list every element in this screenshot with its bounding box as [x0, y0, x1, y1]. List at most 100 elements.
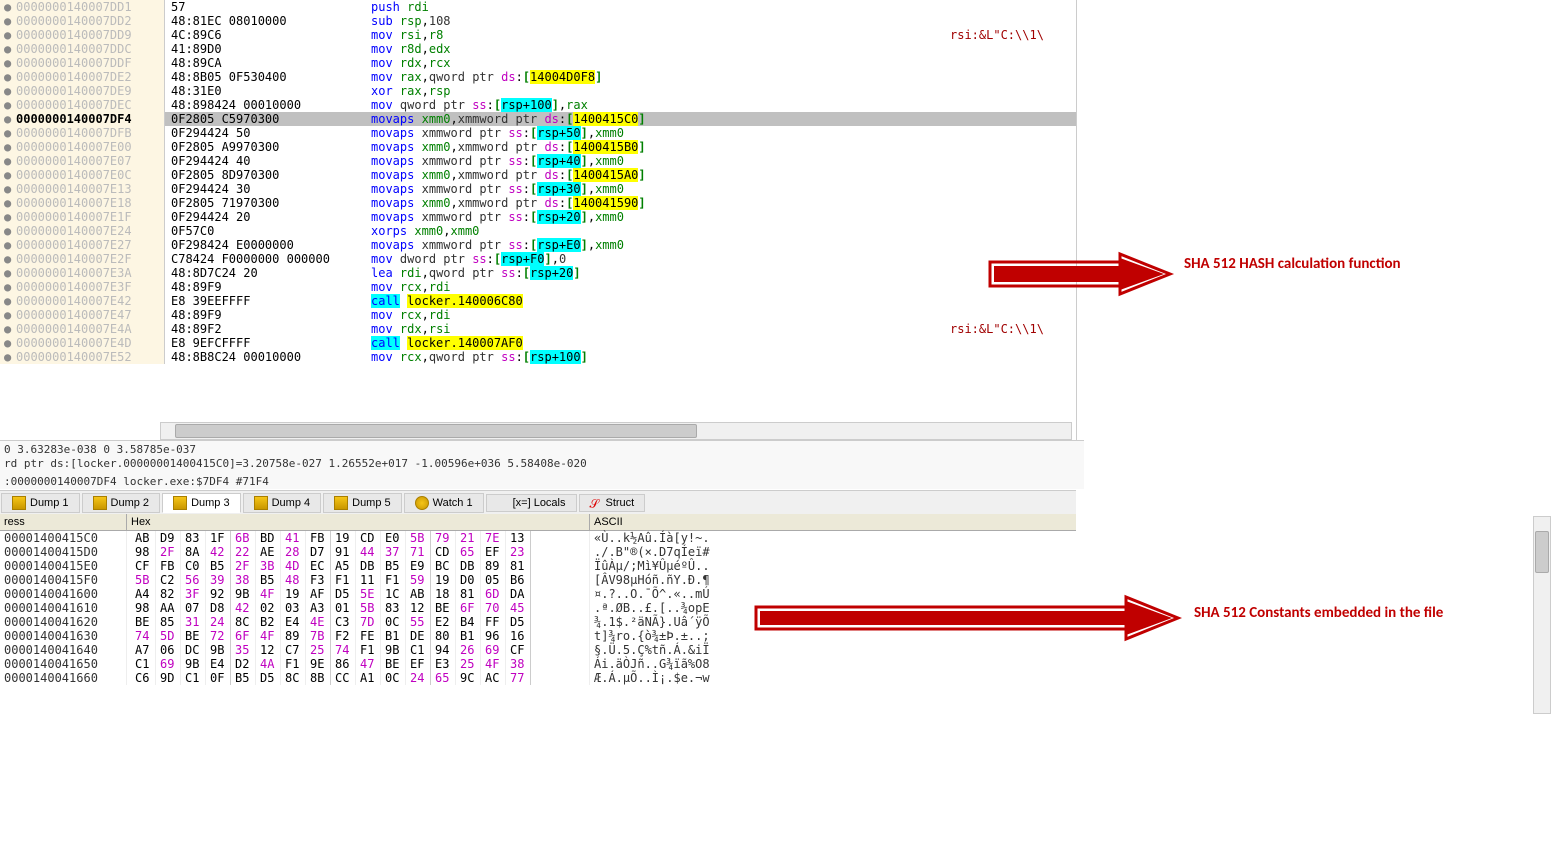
hex-row[interactable]: 0000140041650C1699BE4D24AF19E8647BEEFE32…	[0, 657, 1076, 671]
address-gutter[interactable]: ●0000000140007DDC	[0, 42, 165, 56]
hex-address: 00001400415E0	[0, 559, 126, 573]
hex-bytes: 982F8A4222AE28D791443771CD65EF23	[126, 545, 590, 559]
disasm-row[interactable]: ●0000000140007E180F2805 71970300movaps x…	[0, 196, 1076, 210]
disasm-row[interactable]: ●0000000140007DE948:31E0xor rax,rsp	[0, 84, 1076, 98]
disasm-row[interactable]: ●0000000140007DD157push rdi	[0, 0, 1076, 14]
disasm-row[interactable]: ●0000000140007E42E8 39EEFFFFcall locker.…	[0, 294, 1076, 308]
address-gutter[interactable]: ●0000000140007E07	[0, 154, 165, 168]
address-gutter[interactable]: ●0000000140007E0C	[0, 168, 165, 182]
disasm-row[interactable]: ●0000000140007E130F294424 30movaps xmmwo…	[0, 182, 1076, 196]
address-gutter[interactable]: ●0000000140007E1F	[0, 210, 165, 224]
hex-bytes: C1699BE4D24AF19E8647BEEFE3254F38	[126, 657, 590, 671]
instruction-column: movaps xmm0,xmmword ptr ds:[1400415A0]	[367, 168, 1076, 182]
instruction-column: mov rax,qword ptr ds:[14004D0F8]	[367, 70, 1076, 84]
address-gutter[interactable]: ●0000000140007DD9	[0, 28, 165, 42]
disasm-row[interactable]: ●0000000140007E1F0F294424 20movaps xmmwo…	[0, 210, 1076, 224]
tab-watch-1[interactable]: Watch 1	[404, 493, 484, 513]
hex-row[interactable]: 00001400415E0CFFBC0B52F3B4DECA5DBB5E9BCD…	[0, 559, 1076, 573]
address-gutter[interactable]: ●0000000140007E18	[0, 196, 165, 210]
tab-label: Dump 4	[272, 497, 311, 509]
address-gutter[interactable]: ●0000000140007DE2	[0, 70, 165, 84]
instruction-column: mov rcx,rdi	[367, 280, 1076, 294]
disasm-row[interactable]: ●0000000140007E4DE8 9EFCFFFFcall locker.…	[0, 336, 1076, 350]
disasm-row[interactable]: ●0000000140007DFB0F294424 50movaps xmmwo…	[0, 126, 1076, 140]
disasm-row[interactable]: ●0000000140007E3F48:89F9mov rcx,rdi	[0, 280, 1076, 294]
disasm-row[interactable]: ●0000000140007DDF48:89CAmov rdx,rcx	[0, 56, 1076, 70]
hex-ascii: Æ.Á.µÕ..Ì¡.$e.¬w	[590, 671, 710, 685]
instruction-column: movaps xmmword ptr ss:[rsp+50],xmm0	[367, 126, 1076, 140]
instruction-column: movaps xmmword ptr ss:[rsp+40],xmm0	[367, 154, 1076, 168]
bytes-column: 48:8B05 0F530400	[165, 70, 367, 84]
horizontal-scrollbar[interactable]	[160, 422, 1072, 440]
address-gutter[interactable]: ●0000000140007E4D	[0, 336, 165, 350]
disasm-row[interactable]: ●0000000140007E3A48:8D7C24 20lea rdi,qwo…	[0, 266, 1076, 280]
disasm-row[interactable]: ●0000000140007DEC48:898424 00010000mov q…	[0, 98, 1076, 112]
disasm-row[interactable]: ●0000000140007E2FC78424 F0000000 000000m…	[0, 252, 1076, 266]
disasm-row[interactable]: ●0000000140007E4A48:89F2mov rdx,rsirsi:&…	[0, 322, 1076, 336]
address-gutter[interactable]: ●0000000140007E52	[0, 350, 165, 364]
tab-dump-5[interactable]: Dump 5	[323, 493, 402, 513]
tab-dump-2[interactable]: Dump 2	[82, 493, 161, 513]
hex-row[interactable]: 00001400415F05BC2563938B548F3F111F15919D…	[0, 573, 1076, 587]
hex-header-hex: Hex	[127, 514, 590, 530]
tab-dump-3[interactable]: Dump 3	[162, 493, 241, 513]
address-gutter[interactable]: ●0000000140007E3A	[0, 266, 165, 280]
address-gutter[interactable]: ●0000000140007DDF	[0, 56, 165, 70]
tab-label: [x=] Locals	[513, 497, 566, 509]
address-gutter[interactable]: ●0000000140007E13	[0, 182, 165, 196]
address-gutter[interactable]: ●0000000140007E27	[0, 238, 165, 252]
disasm-row[interactable]: ●0000000140007E240F57C0xorps xmm0,xmm0	[0, 224, 1076, 238]
info-line-2: rd ptr ds:[locker.00000001400415C0]=3.20…	[4, 457, 1080, 471]
address-gutter[interactable]: ●0000000140007E47	[0, 308, 165, 322]
address-gutter[interactable]: ●0000000140007DD1	[0, 0, 165, 14]
address-gutter[interactable]: ●0000000140007E3F	[0, 280, 165, 294]
disasm-row[interactable]: ●0000000140007E5248:8B8C24 00010000mov r…	[0, 350, 1076, 364]
disasm-row[interactable]: ●0000000140007E0C0F2805 8D970300movaps x…	[0, 168, 1076, 182]
disasm-row[interactable]: ●0000000140007DD248:81EC 08010000sub rsp…	[0, 14, 1076, 28]
address-gutter[interactable]: ●0000000140007E42	[0, 294, 165, 308]
hex-row[interactable]: 0000140041660C69DC10FB5D58C8BCCA10C24659…	[0, 671, 1076, 685]
hex-row[interactable]: 00001400415C0ABD9831F6BBD41FB19CDE05B792…	[0, 531, 1076, 545]
tab-struct[interactable]: 𝒮Struct	[579, 494, 646, 512]
instruction-column: mov rcx,rdi	[367, 308, 1076, 322]
disasm-row[interactable]: ●0000000140007DF40F2805 C5970300movaps x…	[0, 112, 1076, 126]
disasm-row[interactable]: ●0000000140007DE248:8B05 0F530400mov rax…	[0, 70, 1076, 84]
address-gutter[interactable]: ●0000000140007DEC	[0, 98, 165, 112]
bytes-column: 41:89D0	[165, 42, 367, 56]
memory-icon	[12, 496, 26, 510]
address-gutter[interactable]: ●0000000140007DFB	[0, 126, 165, 140]
bytes-column: 0F294424 50	[165, 126, 367, 140]
hex-row[interactable]: 00001400415D0982F8A4222AE28D791443771CD6…	[0, 545, 1076, 559]
disasm-row[interactable]: ●0000000140007E4748:89F9mov rcx,rdi	[0, 308, 1076, 322]
disasm-row[interactable]: ●0000000140007E000F2805 A9970300movaps x…	[0, 140, 1076, 154]
tab-label: Dump 3	[191, 497, 230, 509]
hex-header-ascii: ASCII	[590, 514, 1076, 530]
tab-dump-1[interactable]: Dump 1	[1, 493, 80, 513]
hex-ascii: Ái.äÒJñ..G¾ïã%O8	[590, 657, 710, 671]
hex-vertical-scrollbar[interactable]	[1533, 516, 1551, 714]
hex-bytes: BE8531248CB2E44EC37D0C55E2B4FFD5	[126, 615, 590, 629]
tab-dump-4[interactable]: Dump 4	[243, 493, 322, 513]
address-gutter[interactable]: ●0000000140007E00	[0, 140, 165, 154]
memory-icon	[334, 496, 348, 510]
comment-column: rsi:&L"C:\\1\	[950, 322, 1044, 336]
address-gutter[interactable]: ●0000000140007DE9	[0, 84, 165, 98]
disasm-row[interactable]: ●0000000140007E270F298424 E0000000movaps…	[0, 238, 1076, 252]
disasm-row[interactable]: ●0000000140007DDC41:89D0mov r8d,edx	[0, 42, 1076, 56]
hex-address: 0000140041620	[0, 615, 126, 629]
disasm-row[interactable]: ●0000000140007DD94C:89C6mov rsi,r8rsi:&L…	[0, 28, 1076, 42]
bytes-column: 48:89F2	[165, 322, 367, 336]
disasm-row[interactable]: ●0000000140007E070F294424 40movaps xmmwo…	[0, 154, 1076, 168]
disassembly-panel[interactable]: ●0000000140007DD157push rdi●000000014000…	[0, 0, 1077, 440]
address-gutter[interactable]: ●0000000140007DF4	[0, 112, 165, 126]
address-gutter[interactable]: ●0000000140007E4A	[0, 322, 165, 336]
bytes-column: 0F294424 20	[165, 210, 367, 224]
instruction-column: mov dword ptr ss:[rsp+F0],0	[367, 252, 1076, 266]
hex-bytes: 745DBE726F4F897BF2FEB1DE80B19616	[126, 629, 590, 643]
address-gutter[interactable]: ●0000000140007DD2	[0, 14, 165, 28]
bytes-column: 48:89CA	[165, 56, 367, 70]
address-gutter[interactable]: ●0000000140007E24	[0, 224, 165, 238]
tab--x-locals[interactable]: [x=] Locals	[486, 494, 577, 512]
annotation-constants: SHA 512 Constants embedded in the file	[1194, 604, 1534, 622]
address-gutter[interactable]: ●0000000140007E2F	[0, 252, 165, 266]
